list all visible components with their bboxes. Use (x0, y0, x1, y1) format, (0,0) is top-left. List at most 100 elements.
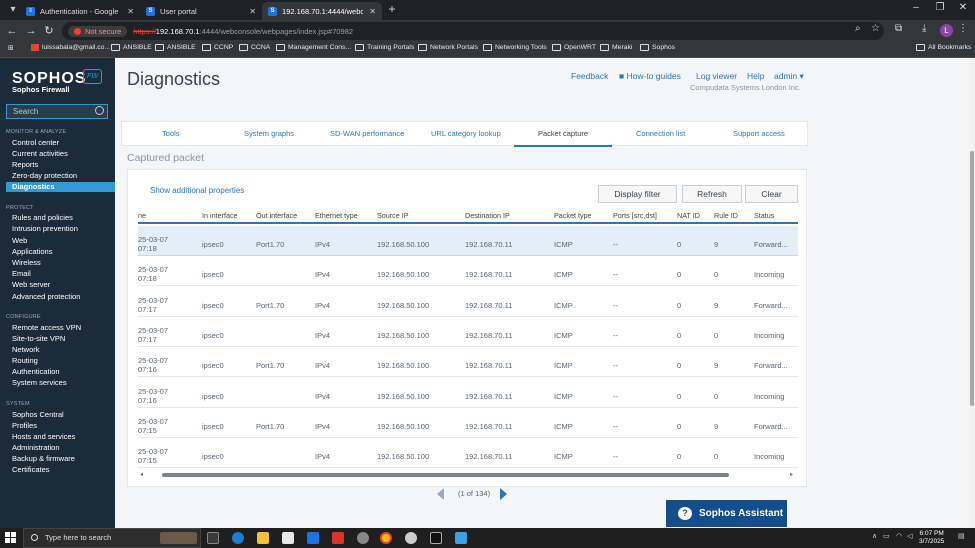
download-icon[interactable]: ⤓ (922, 23, 926, 34)
bookmark-folder[interactable]: ANSIBLE (155, 44, 196, 51)
sidebar-item-certificates[interactable]: Certificates (12, 465, 50, 474)
sidebar-item-zero-day[interactable]: Zero-day protection (12, 171, 77, 180)
sidebar-item-backup[interactable]: Backup & firmware (12, 454, 75, 463)
reload-icon[interactable]: ↻ (42, 24, 56, 38)
sidebar-item-routing[interactable]: Routing (12, 356, 38, 365)
bookmark-folder[interactable]: CCNA (239, 44, 270, 51)
tab-support-access[interactable]: Support access (733, 129, 785, 138)
feedback-link[interactable]: Feedback (571, 71, 608, 81)
settings-icon[interactable] (357, 532, 369, 544)
sidebar-item-network[interactable]: Network (12, 345, 40, 354)
scroll-thumb[interactable] (970, 151, 974, 406)
sidebar-item-administration[interactable]: Administration (12, 443, 60, 452)
scroll-right-icon[interactable]: ▸ (790, 471, 793, 478)
col-time[interactable]: ne (138, 211, 146, 220)
tab-connection-list[interactable]: Connection list (636, 129, 685, 138)
app-icon[interactable] (332, 532, 344, 544)
table-row[interactable]: 25-03-07 07:15 ipsec0 IPv4 192.168.50.100 192… (138, 438, 798, 469)
sidebar-item-applications[interactable]: Applications (12, 247, 52, 256)
table-row[interactable]: 25-03-07 07:16 ipsec0 IPv4 192.168.50.100 192… (138, 378, 798, 408)
menu-dots-icon[interactable]: ⋮ (958, 23, 968, 34)
table-row[interactable]: 25-03-07 07:16 ipsec0 Port1.70 IPv4 192.168.5… (138, 347, 798, 378)
table-row[interactable]: 25-03-07 07:15 ipsec0 Port1.70 IPv4 192.168.5… (138, 408, 798, 438)
profile-avatar[interactable]: L (940, 24, 953, 37)
clear-button[interactable]: Clear (745, 185, 798, 203)
bookmark-folder[interactable]: Sophos (640, 44, 675, 51)
minimize-icon[interactable]: – (908, 2, 924, 13)
zoom-icon[interactable]: ⌕ (855, 23, 861, 34)
close-icon[interactable]: ✕ (249, 7, 256, 16)
bookmark-folder[interactable]: OpenWRT (552, 44, 596, 51)
show-properties-link[interactable]: Show additional properties (150, 186, 244, 195)
bookmark-folder[interactable]: Training Portals (355, 44, 414, 51)
col-nat-id[interactable]: NAT ID (677, 211, 700, 220)
address-bar[interactable]: Not secure https://192.168.70.1:4444/web… (62, 22, 884, 40)
apps-grid-icon[interactable]: ⊞ (8, 44, 14, 52)
tab-tools[interactable]: Tools (162, 129, 180, 138)
sophos-assistant-button[interactable]: ? Sophos Assistant (666, 500, 787, 527)
news-widget-icon[interactable] (160, 532, 197, 544)
sidebar-item-current-activities[interactable]: Current activities (12, 149, 68, 158)
wifi-icon[interactable]: ◠ (896, 532, 902, 540)
col-ethernet-type[interactable]: Ethernet type (315, 211, 358, 220)
sidebar-item-web-server[interactable]: Web server (12, 280, 50, 289)
howto-link[interactable]: ■ How-to guides (619, 71, 681, 81)
help-link[interactable]: Help (747, 71, 764, 81)
bookmark-star-icon[interactable]: ☆ (871, 23, 880, 34)
sidebar-item-ips[interactable]: Intrusion prevention (12, 224, 78, 233)
app-icon[interactable] (455, 532, 467, 544)
sidebar-item-reports[interactable]: Reports (12, 160, 38, 169)
col-status[interactable]: Status (754, 211, 774, 220)
sidebar-item-email[interactable]: Email (12, 269, 31, 278)
clock[interactable]: 6:07 PM 3/7/2025 (919, 530, 944, 546)
sidebar-item-control-center[interactable]: Control center (12, 138, 59, 147)
bookmark-gmail[interactable]: luissabala@gmail.co... (31, 44, 110, 51)
table-row[interactable]: 25-03-07 07:17 ipsec0 IPv4 192.168.50.100 192… (138, 317, 798, 347)
bookmark-folder[interactable]: Management Cons... (276, 44, 351, 51)
log-viewer-link[interactable]: Log viewer (696, 71, 737, 81)
admin-menu[interactable]: admin ▾ (774, 71, 804, 82)
col-rule-id[interactable]: Rule ID (714, 211, 738, 220)
sidebar-item-advanced-protection[interactable]: Advanced protection (12, 292, 80, 301)
mail-icon[interactable] (307, 532, 319, 544)
table-row[interactable]: 25-03-07 07:18 ipsec0 IPv4 192.168.50.100 192… (138, 256, 798, 287)
restore-icon[interactable]: ❐ (932, 2, 948, 13)
tab-system-graphs[interactable]: System graphs (244, 129, 294, 138)
col-destination-ip[interactable]: Destination IP (465, 211, 510, 220)
tab-url-lookup[interactable]: URL category lookup (431, 129, 501, 138)
forward-icon[interactable]: → (24, 24, 38, 38)
terminal-icon[interactable] (430, 532, 442, 544)
sidebar-item-site-vpn[interactable]: Site-to-site VPN (12, 334, 65, 343)
tab-search-icon[interactable]: ▾ (6, 3, 20, 17)
bookmark-folder[interactable]: ANSIBLE (111, 44, 152, 51)
app-icon[interactable] (405, 532, 417, 544)
sidebar-item-hosts[interactable]: Hosts and services (12, 432, 75, 441)
col-out-interface[interactable]: Out interface (256, 211, 297, 220)
refresh-button[interactable]: Refresh (682, 185, 742, 203)
horizontal-scrollbar[interactable]: ◂ ▸ (140, 471, 796, 479)
sidebar-item-authentication[interactable]: Authentication (12, 367, 60, 376)
new-tab-icon[interactable]: + (385, 3, 399, 17)
notifications-icon[interactable]: ▤ (958, 532, 965, 540)
next-page-icon[interactable] (500, 488, 507, 500)
previous-page-icon[interactable] (437, 488, 444, 500)
sidebar-item-remote-vpn[interactable]: Remote access VPN (12, 323, 81, 332)
close-icon[interactable]: ✕ (369, 7, 376, 16)
col-in-interface[interactable]: In interface (202, 211, 238, 220)
sidebar-item-sophos-central[interactable]: Sophos Central (12, 410, 64, 419)
file-explorer-icon[interactable] (257, 532, 269, 544)
tray-chevron-icon[interactable]: ∧ (872, 532, 877, 540)
sidebar-item-diagnostics[interactable]: Diagnostics (6, 182, 115, 192)
col-packet-type[interactable]: Packet type (554, 211, 592, 220)
store-icon[interactable] (282, 532, 294, 544)
browser-tab-google-docs[interactable]: ≡ Authentication - Google Docs ✕ (20, 2, 140, 20)
url-text[interactable]: https://192.168.70.1:4444/webconsole/web… (133, 27, 353, 36)
sidebar-search-input[interactable]: Search (6, 104, 108, 119)
display-filter-button[interactable]: Display filter (598, 185, 677, 203)
browser-tab-user-portal[interactable]: S User portal ✕ (140, 2, 262, 20)
sidebar-item-wireless[interactable]: Wireless (12, 258, 41, 267)
search-icon[interactable] (95, 106, 104, 115)
browser-tab-webconsole[interactable]: S 192.168.70.1:4444/webconsole/ ✕ (262, 2, 382, 20)
bookmark-folder[interactable]: Network Portals (418, 44, 478, 51)
window-close-icon[interactable]: ✕ (955, 2, 971, 13)
